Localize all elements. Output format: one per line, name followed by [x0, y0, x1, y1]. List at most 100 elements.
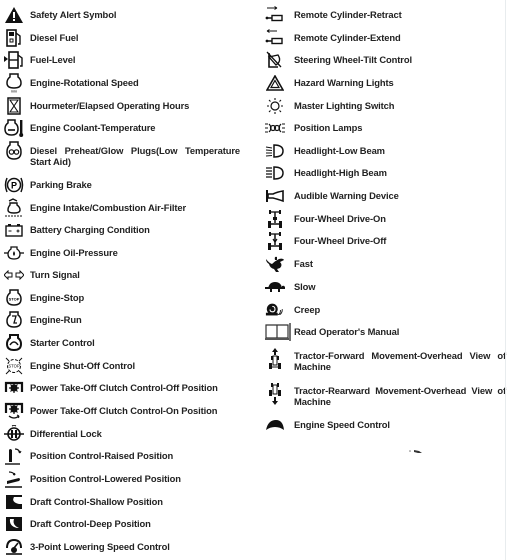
list-item: min Engine-Rotational Speed [0, 73, 250, 93]
symbol-label: Steering Wheel-Tilt Control [294, 54, 412, 65]
symbol-label: Engine-Stop [30, 292, 85, 303]
pto-on-icon [4, 401, 24, 421]
symbol-label: Draft Control-Shallow Position [30, 496, 163, 507]
list-item: Differential Lock [0, 424, 250, 444]
turn-signal-icon [4, 265, 24, 285]
draft-shallow-icon [4, 492, 24, 512]
symbol-label: Hazard Warning Lights [294, 77, 394, 88]
symbol-label: Diesel Fuel [30, 32, 79, 43]
battery-icon [4, 220, 24, 240]
symbol-label: Four-Wheel Drive-Off [294, 235, 387, 246]
symbol-label: Remote Cylinder-Retract [294, 9, 402, 20]
position-lamps-icon [265, 118, 285, 138]
list-item: Remote Cylinder-Retract [262, 5, 508, 25]
symbol-label: Slow [294, 281, 316, 292]
list-item: Diesel Preheat/Glow Plugs(Low Temperatur… [0, 141, 250, 167]
fuel-level-icon [4, 50, 24, 70]
symbol-label: Four-Wheel Drive-On [294, 213, 386, 224]
list-item: Turn Signal [0, 265, 250, 285]
engine-stop-icon: STOP [4, 288, 24, 308]
symbol-label: Engine-Run [30, 314, 82, 325]
draft-deep-icon [4, 514, 24, 534]
list-item: Engine Intake/Combustion Air-Filter [0, 198, 250, 218]
list-item: Engine Coolant-Temperature [0, 118, 250, 138]
list-item: Engine Speed Control [262, 415, 508, 435]
list-item: Draft Control-Deep Position [0, 514, 250, 534]
list-item: Slow [262, 277, 508, 297]
symbol-label: Master Lighting Switch [294, 100, 395, 111]
list-item: Steering Wheel-Tilt Control [262, 50, 508, 70]
hazard-icon [265, 73, 285, 93]
diesel-fuel-icon [4, 28, 24, 48]
steering-tilt-icon [265, 50, 285, 70]
tractor-forward-icon [265, 346, 285, 372]
symbol-label: Engine Coolant-Temperature [30, 122, 156, 133]
high-beam-icon [265, 163, 285, 183]
list-item: Battery Charging Condition [0, 220, 250, 240]
symbol-label: Read Operator's Manual [294, 326, 400, 337]
list-item: 3-Point Lowering Speed Control [0, 537, 250, 557]
list-item: Safety Alert Symbol [0, 5, 250, 25]
cylinder-extend-icon [265, 28, 285, 48]
svg-text:min: min [11, 89, 17, 94]
symbol-label: Fuel-Level [30, 54, 76, 65]
svg-text:STOP: STOP [8, 364, 20, 369]
symbol-label: Diesel Preheat/Glow Plugs(Low Temperatur… [30, 145, 240, 167]
symbol-label: Position Control-Lowered Position [30, 473, 181, 484]
snail-icon [265, 300, 285, 320]
glow-plug-icon [4, 141, 24, 161]
symbol-label: Hourmeter/Elapsed Operating Hours [30, 100, 190, 111]
list-item: Fuel-Level [0, 50, 250, 70]
list-item: Position Control-Lowered Position [0, 469, 250, 489]
symbol-label: Headlight-High Beam [294, 167, 387, 178]
engine-shutoff-icon: STOP [4, 356, 24, 376]
list-item: Remote Cylinder-Extend [262, 28, 508, 48]
svg-text:P: P [11, 181, 17, 191]
list-item: Tractor-Forward Movement-Overhead View o… [262, 346, 508, 372]
turtle-icon [265, 277, 285, 297]
list-item: Hourmeter/Elapsed Operating Hours [0, 96, 250, 116]
list-item: STOP Engine-Stop [0, 288, 250, 308]
4wd-off-icon [265, 231, 285, 251]
symbol-label: Engine Intake/Combustion Air-Filter [30, 202, 187, 213]
4wd-on-icon [265, 209, 285, 229]
symbol-label: Engine Speed Control [294, 419, 390, 430]
list-item: Power Take-Off Clutch Control-Off Positi… [0, 378, 250, 398]
symbol-label: Differential Lock [30, 428, 102, 439]
list-item: Headlight-High Beam [262, 163, 508, 183]
list-item: Four-Wheel Drive-Off [262, 231, 508, 251]
symbol-label: Battery Charging Condition [30, 224, 150, 235]
oil-pressure-icon [4, 243, 24, 263]
symbol-label: Position Control-Raised Position [30, 450, 174, 461]
hourglass-icon [4, 96, 24, 116]
engine-speed-control-icon [265, 415, 285, 435]
list-item: Diesel Fuel [0, 28, 250, 48]
list-item: Power Take-Off Clutch Control-On Positio… [0, 401, 250, 421]
symbol-label: 3-Point Lowering Speed Control [30, 541, 170, 552]
symbol-label: Safety Alert Symbol [30, 9, 117, 20]
list-item: Engine-Run [0, 310, 250, 330]
symbol-label: Engine-Rotational Speed [30, 77, 139, 88]
list-item: Position Control-Raised Position [0, 446, 250, 466]
symbol-label: Turn Signal [30, 269, 80, 280]
list-item: Engine Oil-Pressure [0, 243, 250, 263]
page-edge-divider [505, 0, 506, 560]
master-light-icon [265, 96, 285, 116]
engine-run-icon [4, 310, 24, 330]
symbol-label: Headlight-Low Beam [294, 145, 385, 156]
position-lowered-icon [4, 469, 24, 489]
symbol-label: Power Take-Off Clutch Control-On Positio… [30, 405, 218, 416]
list-item: STOP Engine Shut-Off Control [0, 356, 250, 376]
symbol-label: Parking Brake [30, 179, 92, 190]
safety-alert-icon [4, 5, 24, 25]
symbol-label: Creep [294, 304, 321, 315]
symbol-label: Remote Cylinder-Extend [294, 32, 401, 43]
list-item: Headlight-Low Beam [262, 141, 508, 161]
air-filter-icon [4, 198, 24, 218]
parking-brake-icon: P [4, 175, 24, 195]
svg-text:STOP: STOP [9, 297, 20, 302]
symbol-label: Power Take-Off Clutch Control-Off Positi… [30, 382, 218, 393]
low-beam-icon [265, 141, 285, 161]
scan-artifact [409, 449, 423, 455]
symbol-label: Audible Warning Device [294, 190, 399, 201]
